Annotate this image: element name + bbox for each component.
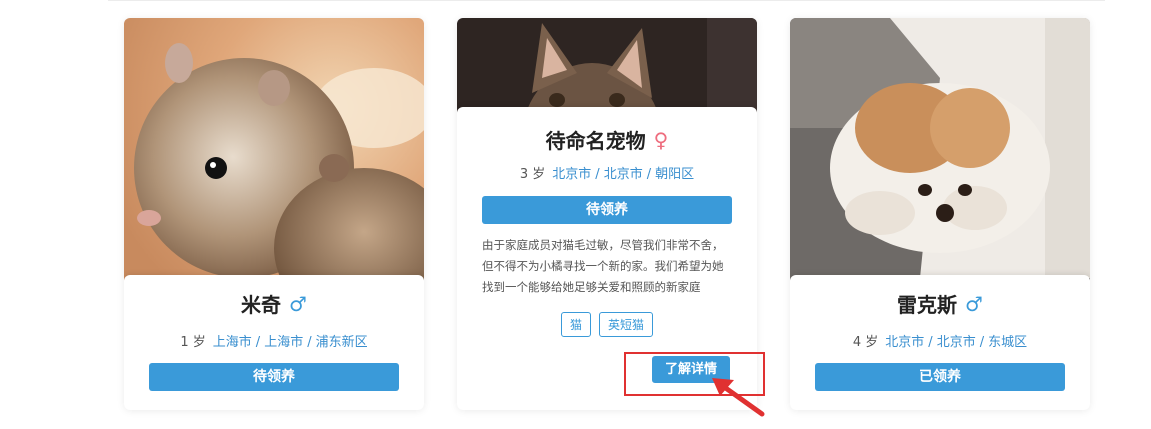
adoption-status-button[interactable]: 已领养: [815, 363, 1065, 391]
location-province[interactable]: 北京市: [552, 167, 591, 182]
female-icon: ♀: [653, 127, 669, 152]
pet-meta: 4 岁北京市 / 北京市 / 东城区: [790, 331, 1090, 350]
pet-name: 米奇: [241, 293, 282, 317]
pet-description: 由于家庭成员对猫毛过敏，尽管我们非常不舍，但不得不为小橘寻找一个新的家。我们希望…: [482, 238, 724, 294]
pet-card-1[interactable]: 米奇 ♂ 1 岁上海市 / 上海市 / 浦东新区 待领养: [124, 18, 424, 410]
male-icon: ♂: [965, 291, 983, 316]
location-separator: /: [595, 167, 600, 182]
pet-age: 1 岁: [180, 335, 206, 350]
location-city[interactable]: 北京市: [937, 335, 976, 350]
pet-tags: 猫英短猫: [457, 312, 757, 337]
pet-photo-hamster: [124, 18, 424, 318]
location-city[interactable]: 上海市: [264, 335, 303, 350]
pet-name-row: 雷克斯 ♂: [790, 289, 1090, 318]
location-separator: /: [979, 335, 985, 350]
pet-info-panel: 雷克斯 ♂ 4 岁北京市 / 北京市 / 东城区 已领养: [790, 275, 1090, 410]
pet-meta: 1 岁上海市 / 上海市 / 浦东新区: [124, 331, 424, 350]
pet-name-row: 米奇 ♂: [124, 289, 424, 318]
top-divider: [108, 0, 1105, 1]
pet-age: 4 岁: [852, 335, 879, 350]
tag-species[interactable]: 猫: [560, 312, 591, 337]
adoption-status-button[interactable]: 待领养: [482, 196, 732, 224]
adoption-status-button[interactable]: 待领养: [149, 363, 399, 391]
pointer-arrow-icon: [712, 378, 765, 417]
location-district[interactable]: 朝阳区: [655, 167, 694, 182]
pet-meta: 3 岁北京市 / 北京市 / 朝阳区: [457, 163, 757, 182]
pet-info-panel: 米奇 ♂ 1 岁上海市 / 上海市 / 浦东新区 待领养: [124, 275, 424, 410]
pet-age: 3 岁: [519, 167, 546, 182]
pet-photo-puppy: [790, 18, 1090, 318]
location-province[interactable]: 北京市: [885, 335, 924, 350]
pet-name: 雷克斯: [897, 293, 958, 317]
location-district[interactable]: 东城区: [988, 335, 1027, 350]
pet-name: 待命名宠物: [545, 129, 646, 153]
location-separator: /: [928, 335, 933, 350]
male-icon: ♂: [289, 291, 307, 316]
pet-name-row: 待命名宠物 ♀: [457, 125, 757, 154]
location-city[interactable]: 北京市: [604, 167, 643, 182]
tag-breed[interactable]: 英短猫: [599, 312, 654, 337]
location-separator: /: [307, 335, 312, 350]
location-separator: /: [255, 335, 261, 350]
pet-card-3[interactable]: 雷克斯 ♂ 4 岁北京市 / 北京市 / 东城区 已领养: [790, 18, 1090, 410]
location-separator: /: [646, 167, 652, 182]
location-district[interactable]: 浦东新区: [316, 335, 368, 350]
location-province[interactable]: 上海市: [213, 335, 252, 350]
